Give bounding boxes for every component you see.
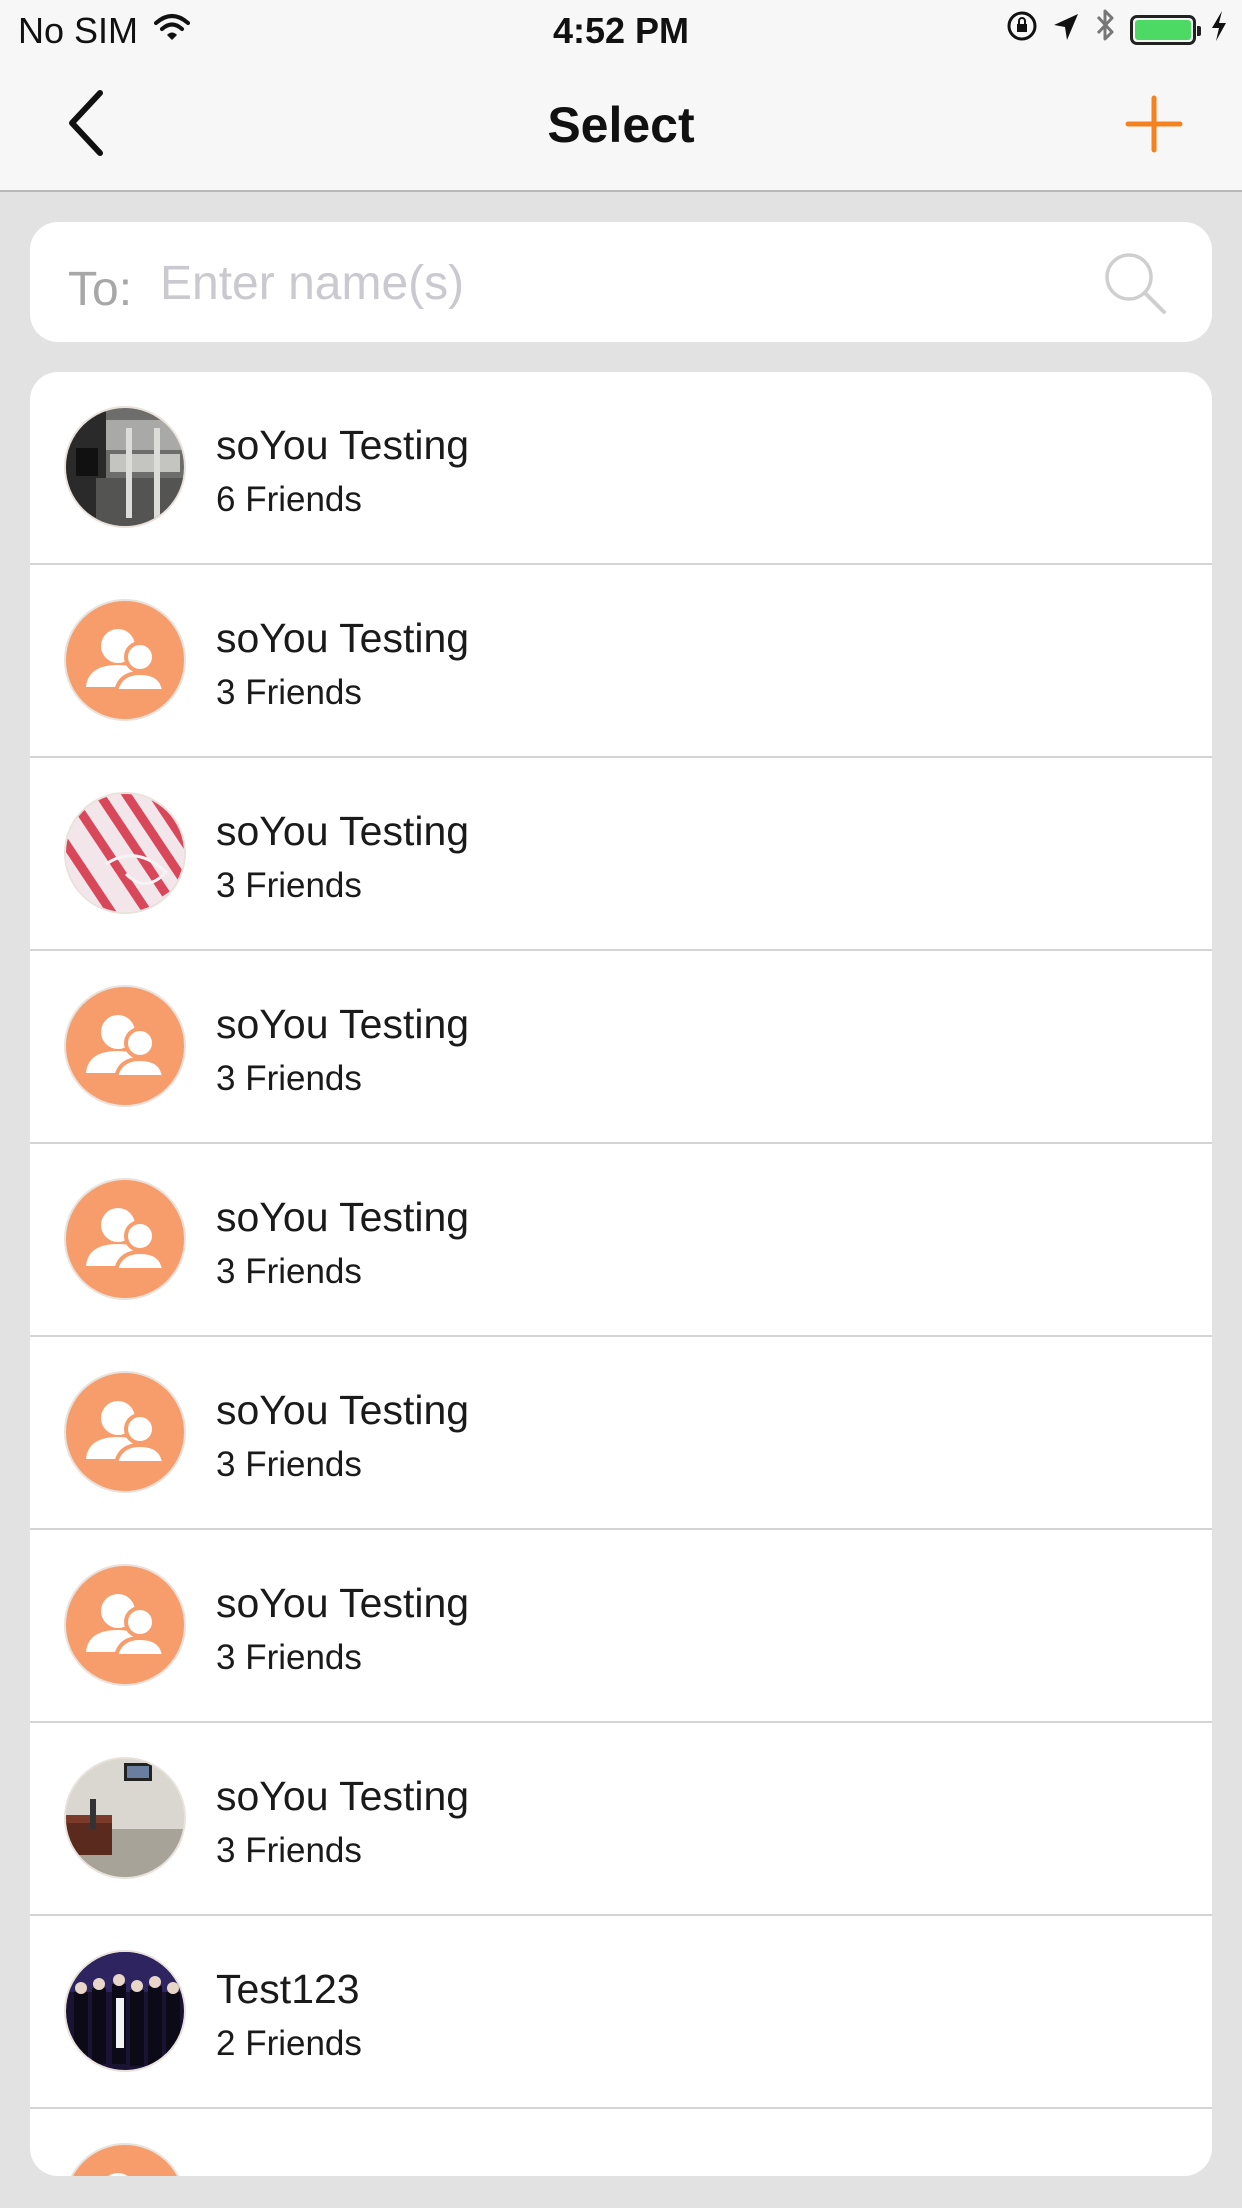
friend-count: 2 Friends: [216, 2024, 362, 2063]
list-item[interactable]: soYou Testing 3 Friends: [30, 1530, 1212, 1723]
list-item[interactable]: soYou Testing 3 Friends: [30, 951, 1212, 1144]
group-icon: [86, 1594, 167, 1658]
avatar: [66, 1759, 184, 1877]
list-item[interactable]: soYou Testing 6 Friends: [30, 372, 1212, 565]
group-name: soYou Testing: [216, 1001, 470, 1047]
list-item[interactable]: soYou Testing 3 Friends: [30, 565, 1212, 758]
group-icon: [108, 2173, 128, 2176]
group-name: Test123: [216, 1966, 360, 2012]
avatar: [66, 408, 184, 526]
group-name: soYou Testing: [216, 1773, 470, 1819]
group-icon: [86, 629, 167, 693]
status-bar: No SIM 4:52 PM: [0, 0, 1242, 60]
group-name: soYou Testing: [216, 615, 470, 661]
list-item[interactable]: soYou Testing 3 Friends: [30, 1723, 1212, 1916]
list-item[interactable]: Test123 2 Friends: [30, 1916, 1212, 2109]
group-name: soYou Testing: [216, 1580, 470, 1626]
rotation-lock-icon: [1006, 9, 1038, 51]
recipient-search-bar: To:: [30, 222, 1212, 342]
top-bar: No SIM 4:52 PM Select: [0, 0, 1242, 192]
bluetooth-icon: [1094, 8, 1116, 51]
group-name: soYou Testing: [216, 1194, 470, 1240]
avatar: [66, 1180, 184, 1298]
avatar: [66, 987, 184, 1105]
friend-count: 3 Friends: [216, 1638, 362, 1677]
page-title: Select: [547, 97, 695, 153]
friend-count: 3 Friends: [216, 673, 362, 712]
friend-count: 3 Friends: [216, 1252, 362, 1291]
photo-crowd: [66, 1952, 184, 2070]
avatar: [66, 2145, 184, 2176]
avatar: [66, 1952, 184, 2070]
avatar: [66, 794, 184, 912]
list-item[interactable]: soYou Testing 3 Friends: [30, 758, 1212, 951]
friend-count: 3 Friends: [216, 1445, 362, 1484]
group-icon: [86, 1015, 167, 1079]
search-icon[interactable]: [1102, 250, 1168, 316]
friend-count: 3 Friends: [216, 1059, 362, 1098]
friend-count: 3 Friends: [216, 1831, 362, 1870]
status-right: [992, 8, 1228, 51]
photo-room: [66, 1759, 184, 1877]
friend-count: 3 Friends: [216, 866, 362, 905]
add-button[interactable]: [1124, 94, 1184, 154]
battery-icon: [1130, 14, 1201, 45]
group-list: soYou Testing 6 Friends soYou Testing 3 …: [30, 372, 1212, 2176]
photo-machinery: [66, 408, 184, 526]
group-name: soYou Testing: [216, 808, 470, 854]
charging-bolt-icon: [1210, 9, 1228, 51]
avatar: [66, 601, 184, 719]
to-label: To:: [68, 263, 133, 316]
list-item[interactable]: soYou Testing 3 Friends: [30, 1144, 1212, 1337]
avatar: [66, 1373, 184, 1491]
group-name: soYou Testing: [216, 1387, 470, 1433]
plus-icon: [1125, 95, 1183, 153]
nav-bar: Select: [0, 60, 1242, 190]
location-arrow-icon: [1052, 9, 1080, 51]
photo-striped-fabric: [66, 794, 184, 912]
group-name: soYou Testing: [216, 422, 470, 468]
list-item[interactable]: [30, 2109, 1212, 2176]
list-item[interactable]: soYou Testing 3 Friends: [30, 1337, 1212, 1530]
battery-fill: [1135, 19, 1191, 40]
recipient-search-input[interactable]: [160, 248, 1080, 318]
avatar: [66, 1566, 184, 1684]
group-icon: [86, 1208, 167, 1272]
friend-count: 6 Friends: [216, 480, 362, 519]
group-icon: [86, 1401, 167, 1465]
